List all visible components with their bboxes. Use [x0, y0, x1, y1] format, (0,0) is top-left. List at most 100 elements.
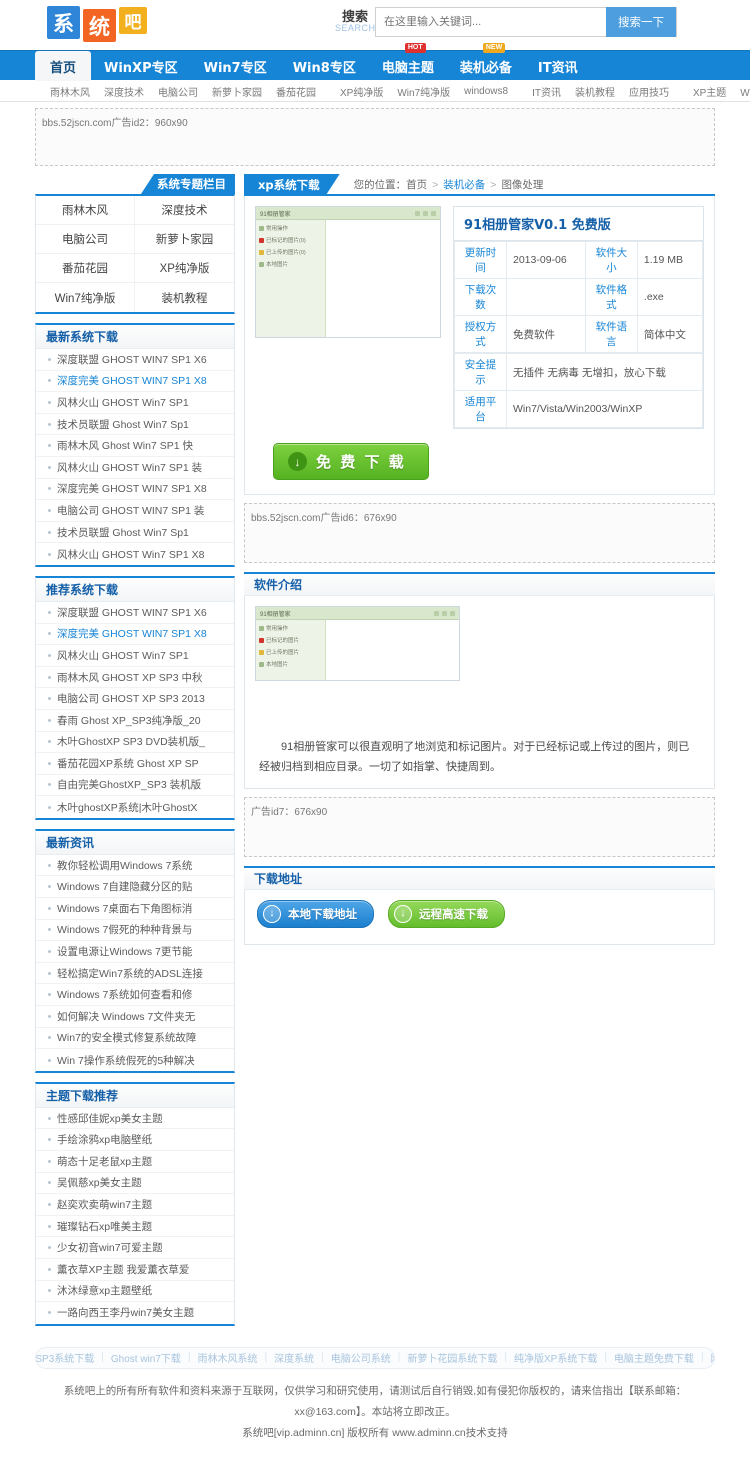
ad-banner-top[interactable]: bbs.52jscn.com广告id2：960x90	[35, 108, 715, 166]
subnav-item-3-1[interactable]: WIN7主题	[733, 84, 750, 99]
theme-download-item-9[interactable]: 一路向西王李丹win7美女主题	[36, 1302, 234, 1324]
footer-link-3[interactable]: 深度系统	[267, 1350, 321, 1365]
theme-download-item-0[interactable]: 性感邱佳妮xp美女主题	[36, 1108, 234, 1130]
latest-news-item-2[interactable]: Windows 7桌面右下角图标消	[36, 898, 234, 920]
subnav-item-0-2[interactable]: 电脑公司	[151, 84, 205, 99]
nav-item-1[interactable]: WinXP专区	[91, 51, 191, 81]
nav-item-2[interactable]: Win7专区	[191, 51, 280, 81]
latest-system-item-0[interactable]: 深度联盟 GHOST WIN7 SP1 X6	[36, 349, 234, 371]
theme-download-item-6[interactable]: 少女初音win7可爱主题	[36, 1237, 234, 1259]
logo-char-2: 统	[83, 9, 116, 42]
latest-news-item-6[interactable]: Windows 7系统如何查看和修	[36, 984, 234, 1007]
nav-item-6[interactable]: IT资讯	[525, 51, 591, 81]
recommended-system-item-9[interactable]: 木叶ghostXP系统|木叶GhostX	[36, 796, 234, 818]
latest-system-item-5[interactable]: 风林火山 GHOST Win7 SP1 装	[36, 457, 234, 479]
ad-banner-bottom[interactable]: 广告id7：676x90	[244, 796, 715, 857]
theme-download-item-7[interactable]: 薰衣草XP主题 我爱薰衣草爱	[36, 1259, 234, 1281]
nav-item-0[interactable]: 首页	[35, 51, 91, 81]
intro-screenshot-title: 91相册管家	[260, 611, 291, 618]
topic-cell-0[interactable]: 雨林木风	[36, 196, 135, 225]
footer-link-0[interactable]: 最新XP SP3系统下载	[36, 1350, 101, 1365]
latest-news-item-7[interactable]: 如何解决 Windows 7文件夹无	[36, 1006, 234, 1028]
theme-download-item-8[interactable]: 沐沐绿意xp主题壁纸	[36, 1281, 234, 1303]
footer-link-1[interactable]: Ghost win7下载	[104, 1350, 188, 1365]
topic-cell-4[interactable]: 番茄花园	[36, 254, 135, 283]
subnav-item-0-4[interactable]: 番茄花园	[269, 84, 323, 99]
local-download-button[interactable]: ↓ 本地下载地址	[257, 899, 374, 928]
recommended-system-item-0[interactable]: 深度联盟 GHOST WIN7 SP1 X6	[36, 602, 234, 624]
footer-link-7[interactable]: 电脑主题免费下载	[607, 1350, 701, 1365]
subnav-item-0-0[interactable]: 雨林木风	[43, 84, 97, 99]
footer-link-2[interactable]: 雨林木风系统	[191, 1350, 265, 1365]
footer-link-8[interactable]: 网站地图	[704, 1350, 714, 1365]
latest-system-item-6[interactable]: 深度完美 GHOST WIN7 SP1 X8	[36, 479, 234, 501]
recommended-system-item-7[interactable]: 番茄花园XP系统 Ghost XP SP	[36, 753, 234, 775]
footer-link-5[interactable]: 新萝卜花园系统下载	[400, 1350, 504, 1365]
recommended-system-item-2[interactable]: 风林火山 GHOST Win7 SP1	[36, 645, 234, 667]
latest-system-item-2[interactable]: 风林火山 GHOST Win7 SP1	[36, 392, 234, 414]
topic-cell-5[interactable]: XP纯净版	[135, 254, 234, 283]
latest-system-item-9[interactable]: 风林火山 GHOST Win7 SP1 X8	[36, 543, 234, 565]
footer-link-4[interactable]: 电脑公司系统	[324, 1350, 398, 1365]
recommended-system-item-4[interactable]: 电脑公司 GHOST XP SP3 2013	[36, 688, 234, 710]
latest-system-item-label: 技术员联盟 Ghost Win7 Sp1	[57, 526, 189, 539]
subnav-item-2-0[interactable]: IT资讯	[525, 84, 568, 99]
breadcrumb-link-2[interactable]: 图像处理	[501, 179, 543, 191]
theme-download-item-3[interactable]: 吴佩慈xp美女主题	[36, 1173, 234, 1195]
free-download-button[interactable]: ↓ 免 费 下 载	[273, 443, 429, 480]
bullet-icon	[48, 610, 51, 614]
search-button[interactable]: 搜索一下	[606, 7, 676, 37]
latest-news-item-0[interactable]: 教你轻松调用Windows 7系统	[36, 855, 234, 877]
nav-item-4[interactable]: 电脑主题 HOT	[369, 43, 447, 81]
bullet-icon	[48, 1311, 51, 1315]
subnav-item-0-3[interactable]: 新萝卜家园	[205, 84, 269, 99]
latest-news-item-4[interactable]: 设置电源让Windows 7更节能	[36, 941, 234, 963]
ad-banner-middle[interactable]: bbs.52jscn.com广告id6：676x90	[244, 503, 715, 563]
topic-cell-7[interactable]: 装机教程	[135, 283, 234, 312]
theme-download-item-2[interactable]: 萌态十足老鼠xp主题	[36, 1151, 234, 1173]
subnav-item-2-1[interactable]: 装机教程	[568, 84, 622, 99]
theme-download-item-5[interactable]: 璀璨钻石xp唯美主题	[36, 1216, 234, 1238]
latest-news-item-3[interactable]: Windows 7假死的种种背景与	[36, 920, 234, 942]
recommended-system-item-8[interactable]: 自由完美GhostXP_SP3 装机版	[36, 775, 234, 797]
remote-download-button[interactable]: ↓ 远程高速下载	[388, 899, 505, 928]
topic-cell-3[interactable]: 新萝卜家园	[135, 225, 234, 254]
breadcrumb-link-1[interactable]: 装机必备	[443, 179, 485, 191]
subnav-item-1-0[interactable]: XP纯净版	[333, 84, 390, 99]
breadcrumb-link-0[interactable]: 首页	[406, 179, 427, 191]
subnav-item-3-0[interactable]: XP主题	[686, 84, 733, 99]
theme-download-item-1[interactable]: 手绘涂鸦xp电脑壁纸	[36, 1129, 234, 1151]
intro-screenshot[interactable]: 91相册管家 常用操作 已标记的图片 已上传的图片 本地图片	[255, 606, 460, 681]
nav-item-5[interactable]: 装机必备 NEW	[447, 43, 525, 81]
latest-news-item-5[interactable]: 轻松搞定Win7系统的ADSL连接	[36, 963, 234, 985]
recommended-system-item-1[interactable]: 深度完美 GHOST WIN7 SP1 X8	[36, 624, 234, 646]
latest-system-item-3[interactable]: 技术员联盟 Ghost Win7 Sp1	[36, 414, 234, 436]
software-screenshot[interactable]: 91相册管家 常用操作 已标记的图片(0) 已上传的图片(0) 本地图片	[255, 206, 441, 338]
latest-system-item-8[interactable]: 技术员联盟 Ghost Win7 Sp1	[36, 522, 234, 544]
site-logo[interactable]: 系 统 吧	[47, 6, 147, 42]
latest-system-item-4[interactable]: 雨林木风 Ghost Win7 SP1 快	[36, 435, 234, 457]
subnav-item-1-2[interactable]: windows8	[457, 86, 515, 97]
nav-item-label: 装机必备	[459, 60, 512, 76]
topic-cell-2[interactable]: 电脑公司	[36, 225, 135, 254]
footer-link-6[interactable]: 纯净版XP系统下载	[507, 1350, 604, 1365]
recommended-system-item-6[interactable]: 木叶GhostXP SP3 DVD装机版_	[36, 732, 234, 754]
latest-news-item-1[interactable]: Windows 7自建隐藏分区的贴	[36, 876, 234, 899]
search-input[interactable]	[376, 8, 606, 36]
latest-news-item-8[interactable]: Win7的安全模式修复系统故障	[36, 1028, 234, 1050]
theme-download-item-4[interactable]: 赵奕欢卖萌win7主题	[36, 1194, 234, 1216]
latest-system-item-7[interactable]: 电脑公司 GHOST WIN7 SP1 装	[36, 500, 234, 522]
subnav-item-1-1[interactable]: Win7纯净版	[390, 84, 457, 99]
latest-system-item-1[interactable]: 深度完美 GHOST WIN7 SP1 X8	[36, 371, 234, 393]
recommended-system-item-5[interactable]: 春雨 Ghost XP_SP3纯净版_20	[36, 710, 234, 732]
topic-cell-1[interactable]: 深度技术	[135, 196, 234, 225]
latest-news-item-label: Windows 7假死的种种背景与	[57, 924, 193, 937]
nav-item-3[interactable]: Win8专区	[280, 51, 369, 81]
subnav-item-2-2[interactable]: 应用技巧	[622, 84, 676, 99]
bullet-icon	[48, 1014, 51, 1018]
recommended-system-item-3[interactable]: 雨林木风 GHOST XP SP3 中秋	[36, 667, 234, 689]
topic-cell-6[interactable]: Win7纯净版	[36, 283, 135, 312]
search-label-en: SEARCH	[335, 23, 376, 34]
latest-news-item-9[interactable]: Win 7操作系统假死的5种解决	[36, 1049, 234, 1071]
subnav-item-0-1[interactable]: 深度技术	[97, 84, 151, 99]
